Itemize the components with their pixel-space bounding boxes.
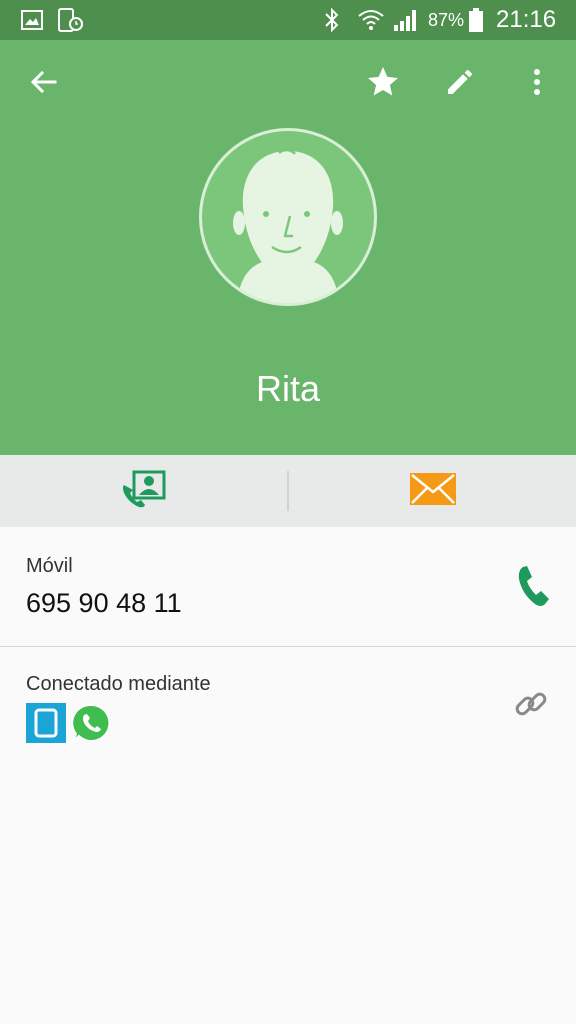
more-options-icon — [531, 67, 543, 102]
star-icon — [365, 64, 401, 105]
call-contact-button[interactable] — [0, 455, 287, 527]
bluetooth-icon — [322, 0, 342, 40]
more-options-button[interactable] — [515, 60, 559, 108]
message-button[interactable] — [289, 455, 576, 527]
back-button[interactable] — [22, 60, 66, 108]
whatsapp-icon[interactable] — [71, 703, 111, 743]
edit-button[interactable] — [438, 60, 482, 108]
quick-actions-bar — [0, 455, 576, 527]
contact-header: Rita — [0, 40, 576, 455]
battery-percent: 87% — [428, 9, 465, 30]
connected-label: Conectado mediante — [26, 673, 211, 695]
contact-name: Rita — [255, 368, 321, 409]
phone-label: Móvil — [26, 555, 73, 577]
message-icon — [409, 472, 457, 511]
status-bar: 87% 21:16 — [0, 0, 576, 40]
edit-pencil-icon — [444, 66, 476, 103]
wifi-icon — [356, 0, 386, 40]
gallery-icon — [20, 0, 44, 40]
tablet-app-icon[interactable] — [26, 703, 66, 743]
call-contact-icon — [120, 469, 168, 514]
phone-icon — [517, 564, 551, 613]
favorite-button[interactable] — [361, 60, 405, 108]
phone-number[interactable]: 695 90 48 11 — [26, 588, 182, 619]
back-arrow-icon — [29, 67, 59, 102]
battery-icon — [468, 0, 484, 40]
divider — [0, 646, 576, 647]
avatar-ring — [199, 128, 377, 306]
clock: 21:16 — [496, 6, 557, 33]
link-button[interactable] — [506, 684, 556, 728]
call-button[interactable] — [508, 562, 560, 614]
screen-timer-icon — [56, 0, 84, 40]
signal-icon — [392, 0, 420, 40]
link-icon — [513, 686, 549, 727]
